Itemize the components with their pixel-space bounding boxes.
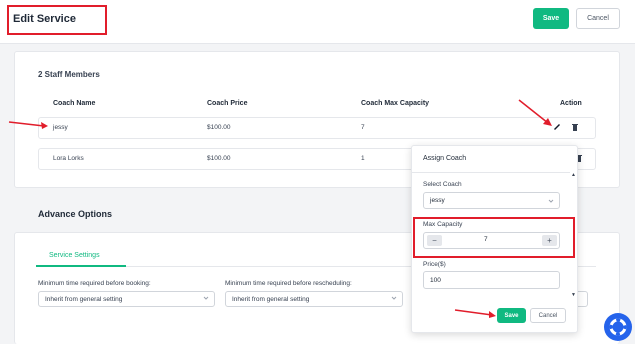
column-coach-max-capacity: Coach Max Capacity [361, 100, 430, 107]
scroll-down-icon[interactable]: ▼ [571, 292, 576, 298]
column-action: Action [560, 100, 582, 107]
help-lifebuoy-button[interactable] [604, 313, 632, 341]
reschedule-min-time-label: Minimum time required before reschedulin… [225, 280, 352, 287]
popup-save-button[interactable]: Save [497, 308, 526, 323]
booking-min-time-value: Inherit from general setting [45, 295, 123, 303]
annotation-arrow [518, 99, 552, 126]
third-setting-select-edge[interactable] [578, 291, 588, 307]
staff-members-title: 2 Staff Members [38, 70, 100, 79]
advance-options-title: Advance Options [38, 209, 113, 219]
booking-min-time-select[interactable]: Inherit from general setting [38, 291, 215, 307]
page-header: Edit Service Save Cancel [0, 0, 635, 44]
delete-trash-icon[interactable] [571, 123, 579, 132]
title-highlight-box [7, 5, 107, 35]
save-button[interactable]: Save [533, 8, 569, 29]
coach-price-cell: $100.00 [207, 124, 231, 131]
select-coach-value: jessy [430, 197, 445, 204]
scroll-up-icon[interactable]: ▲ [571, 172, 576, 178]
select-coach-label: Select Coach [423, 181, 462, 188]
coach-capacity-cell: 7 [361, 124, 365, 131]
annotation-arrow [8, 121, 48, 129]
lifebuoy-icon [609, 318, 627, 336]
chevron-down-icon [391, 296, 397, 300]
coach-price-cell: $100.00 [207, 155, 231, 162]
column-coach-name: Coach Name [53, 100, 96, 107]
reschedule-min-time-value: Inherit from general setting [232, 295, 310, 303]
coach-name-cell: Lora Lorks [53, 155, 84, 162]
tab-active-underline [36, 265, 126, 267]
popup-divider [412, 172, 570, 173]
column-coach-price: Coach Price [207, 100, 248, 107]
reschedule-min-time-select[interactable]: Inherit from general setting [225, 291, 403, 307]
popup-cancel-button[interactable]: Cancel [530, 308, 566, 323]
select-coach-dropdown[interactable]: jessy [423, 192, 560, 209]
capacity-highlight-box [413, 217, 575, 258]
price-label: Price($) [423, 261, 446, 268]
coach-capacity-cell: 1 [361, 155, 365, 162]
chevron-down-icon [548, 199, 554, 203]
coach-name-cell: jessy [53, 124, 68, 131]
table-row [38, 117, 596, 139]
booking-min-time-label: Minimum time required before booking: [38, 280, 151, 287]
tab-service-settings[interactable]: Service Settings [49, 252, 100, 259]
annotation-arrow [454, 309, 496, 318]
popup-title: Assign Coach [423, 155, 467, 162]
cancel-button[interactable]: Cancel [576, 8, 620, 29]
chevron-down-icon [203, 296, 209, 300]
price-input[interactable]: 100 [423, 271, 560, 289]
